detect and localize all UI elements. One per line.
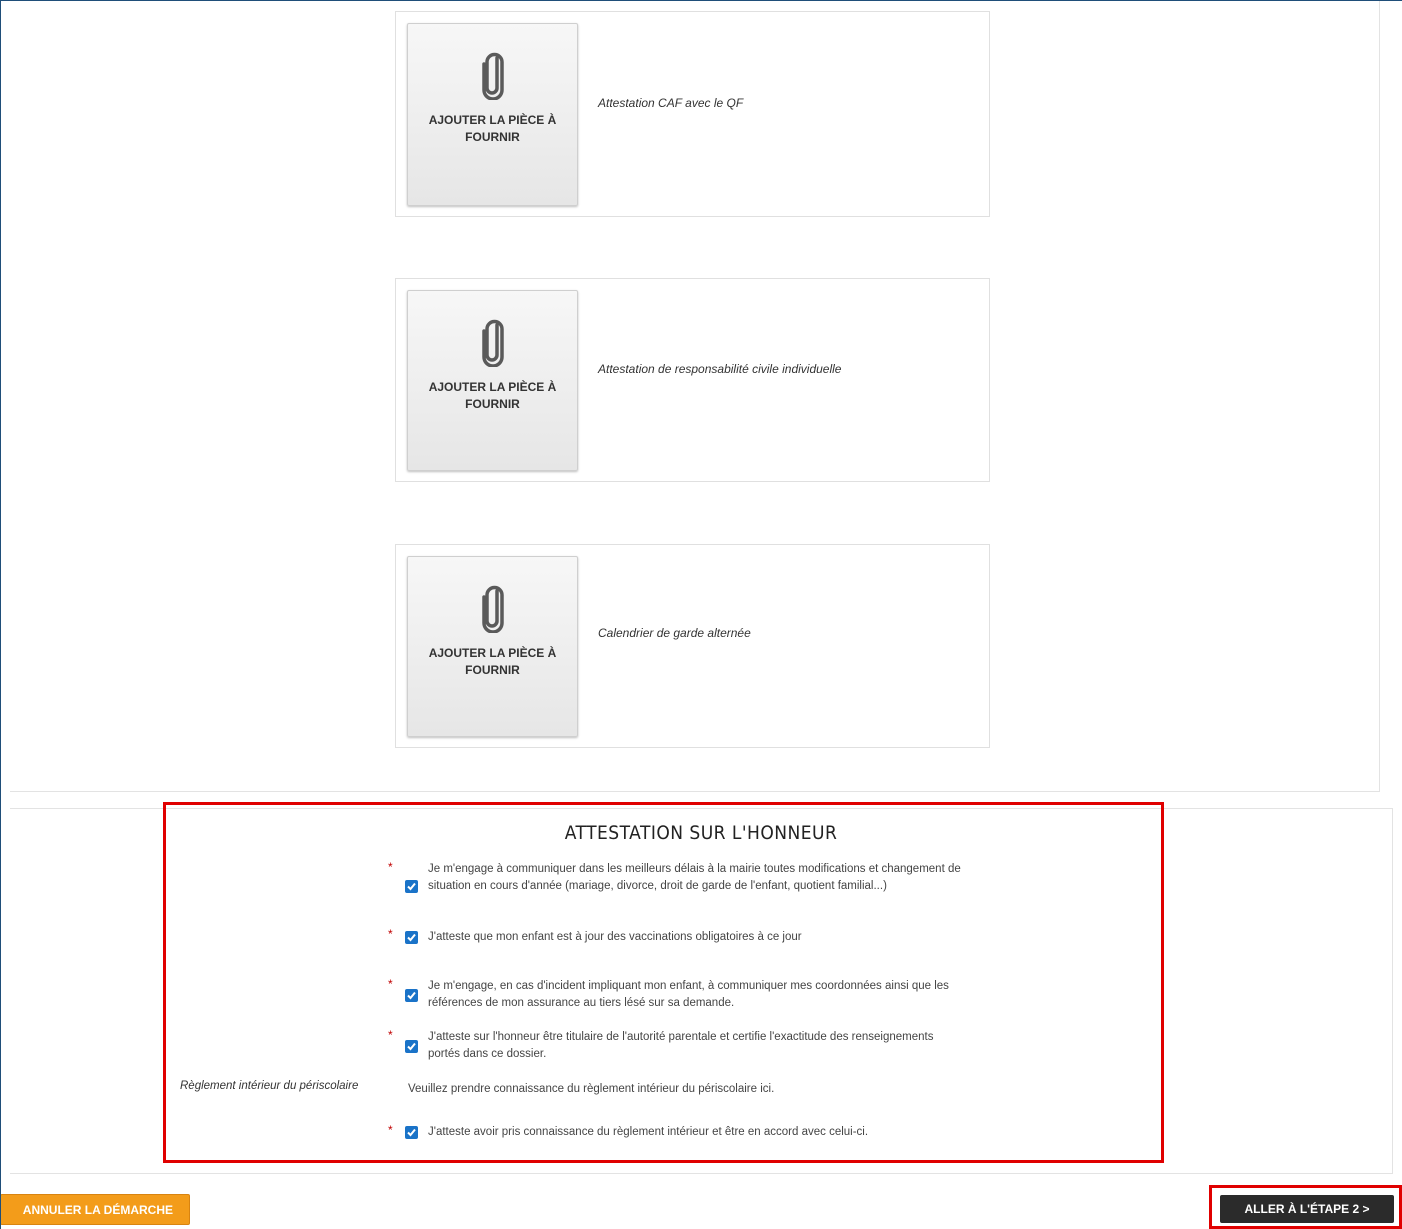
reglement-link[interactable]: ici xyxy=(760,1083,771,1095)
reglement-text: Veuillez prendre connaissance du règleme… xyxy=(408,1083,774,1095)
required-mark: * xyxy=(388,860,393,874)
reglement-text-after: . xyxy=(771,1083,775,1095)
checkmark-icon xyxy=(407,1128,416,1137)
document-title: Calendrier de garde alternée xyxy=(598,626,751,640)
attestation-checkbox[interactable] xyxy=(405,880,418,893)
add-document-button[interactable]: AJOUTER LA PIÈCE À FOURNIR xyxy=(407,290,578,471)
document-card: AJOUTER LA PIÈCE À FOURNIR Attestation d… xyxy=(395,278,990,482)
attestation-checkbox[interactable] xyxy=(405,1040,418,1053)
add-document-label: AJOUTER LA PIÈCE À FOURNIR xyxy=(428,113,557,144)
add-document-label: AJOUTER LA PIÈCE À FOURNIR xyxy=(428,646,557,677)
add-document-label: AJOUTER LA PIÈCE À FOURNIR xyxy=(428,380,557,411)
attestation-checkbox[interactable] xyxy=(405,989,418,1002)
required-mark: * xyxy=(388,1028,393,1042)
reglement-label: Règlement intérieur du périscolaire xyxy=(180,1080,359,1092)
checkmark-icon xyxy=(407,882,416,891)
attestation-text: Je m'engage, en cas d'incident impliquan… xyxy=(428,980,949,1009)
attestation-checkbox[interactable] xyxy=(405,1126,418,1139)
required-mark: * xyxy=(388,1123,393,1137)
required-mark: * xyxy=(388,977,393,991)
document-card: AJOUTER LA PIÈCE À FOURNIR Attestation C… xyxy=(395,11,990,217)
paperclip-icon xyxy=(481,52,504,100)
paperclip-icon xyxy=(481,319,504,367)
checkmark-icon xyxy=(407,933,416,942)
attestation-text: J'atteste que mon enfant est à jour des … xyxy=(428,931,802,943)
paperclip-icon xyxy=(481,585,504,633)
attestation-checkbox[interactable] xyxy=(405,931,418,944)
cancel-button[interactable]: ANNULER LA DÉMARCHE xyxy=(0,1194,190,1225)
attestation-text: J'atteste avoir pris connaissance du règ… xyxy=(428,1126,869,1138)
document-card: AJOUTER LA PIÈCE À FOURNIR Calendrier de… xyxy=(395,544,990,748)
attestation-title: ATTESTATION SUR L'HONNEUR xyxy=(564,822,838,844)
checkmark-icon xyxy=(407,991,416,1000)
document-title: Attestation CAF avec le QF xyxy=(598,96,744,110)
add-document-button[interactable]: AJOUTER LA PIÈCE À FOURNIR xyxy=(407,556,578,737)
next-step-button[interactable]: ALLER À L'ÉTAPE 2 > xyxy=(1220,1195,1394,1223)
document-title: Attestation de responsabilité civile ind… xyxy=(598,362,842,376)
attestation-text: J'atteste sur l'honneur être titulaire d… xyxy=(428,1031,934,1060)
attestation-text: Je m'engage à communiquer dans les meill… xyxy=(428,863,961,892)
required-mark: * xyxy=(388,927,393,941)
add-document-button[interactable]: AJOUTER LA PIÈCE À FOURNIR xyxy=(407,23,578,206)
reglement-text-before: Veuillez prendre connaissance du règleme… xyxy=(408,1083,761,1095)
checkmark-icon xyxy=(407,1042,416,1051)
